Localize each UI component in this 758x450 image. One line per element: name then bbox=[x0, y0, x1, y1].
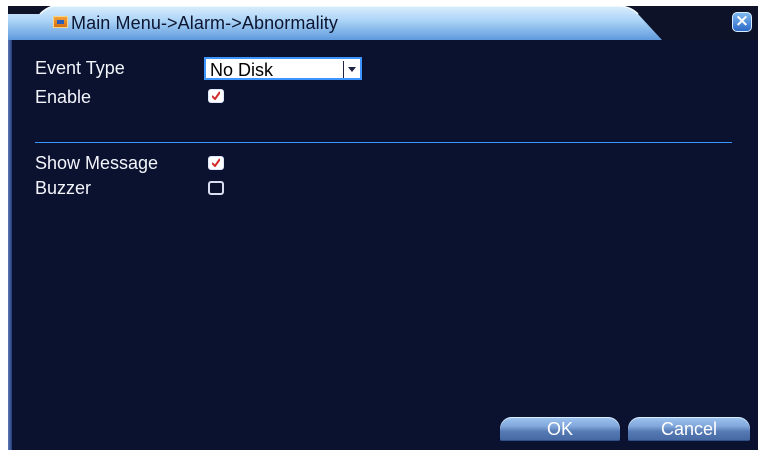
show-message-label: Show Message bbox=[35, 153, 159, 173]
title-bar: Main Menu->Alarm->Abnormality × bbox=[8, 6, 758, 40]
buzzer-label: Buzzer bbox=[35, 178, 92, 198]
chevron-down-icon bbox=[348, 67, 356, 72]
dialog-title: Main Menu->Alarm->Abnormality bbox=[71, 13, 338, 33]
section-divider bbox=[35, 142, 732, 143]
check-icon bbox=[212, 91, 220, 100]
enable-checkbox[interactable] bbox=[208, 89, 224, 103]
close-button[interactable]: × bbox=[732, 12, 752, 32]
ok-button[interactable]: OK bbox=[500, 417, 620, 441]
event-type-label: Event Type bbox=[35, 58, 125, 78]
show-message-checkbox[interactable] bbox=[208, 156, 224, 170]
event-type-select[interactable]: No Disk bbox=[204, 57, 362, 80]
event-type-value: No Disk bbox=[210, 60, 274, 80]
settings-panel: Event Type No Disk Enable Show Message B… bbox=[8, 40, 758, 450]
check-icon bbox=[212, 158, 220, 167]
cancel-button[interactable]: Cancel bbox=[628, 417, 750, 441]
select-divider bbox=[343, 61, 344, 78]
abnormality-dialog: Main Menu->Alarm->Abnormality × Event Ty… bbox=[8, 6, 758, 450]
buzzer-checkbox[interactable] bbox=[208, 181, 224, 195]
close-icon: × bbox=[734, 11, 750, 31]
enable-label: Enable bbox=[35, 87, 92, 107]
menu-window-icon bbox=[53, 16, 68, 28]
